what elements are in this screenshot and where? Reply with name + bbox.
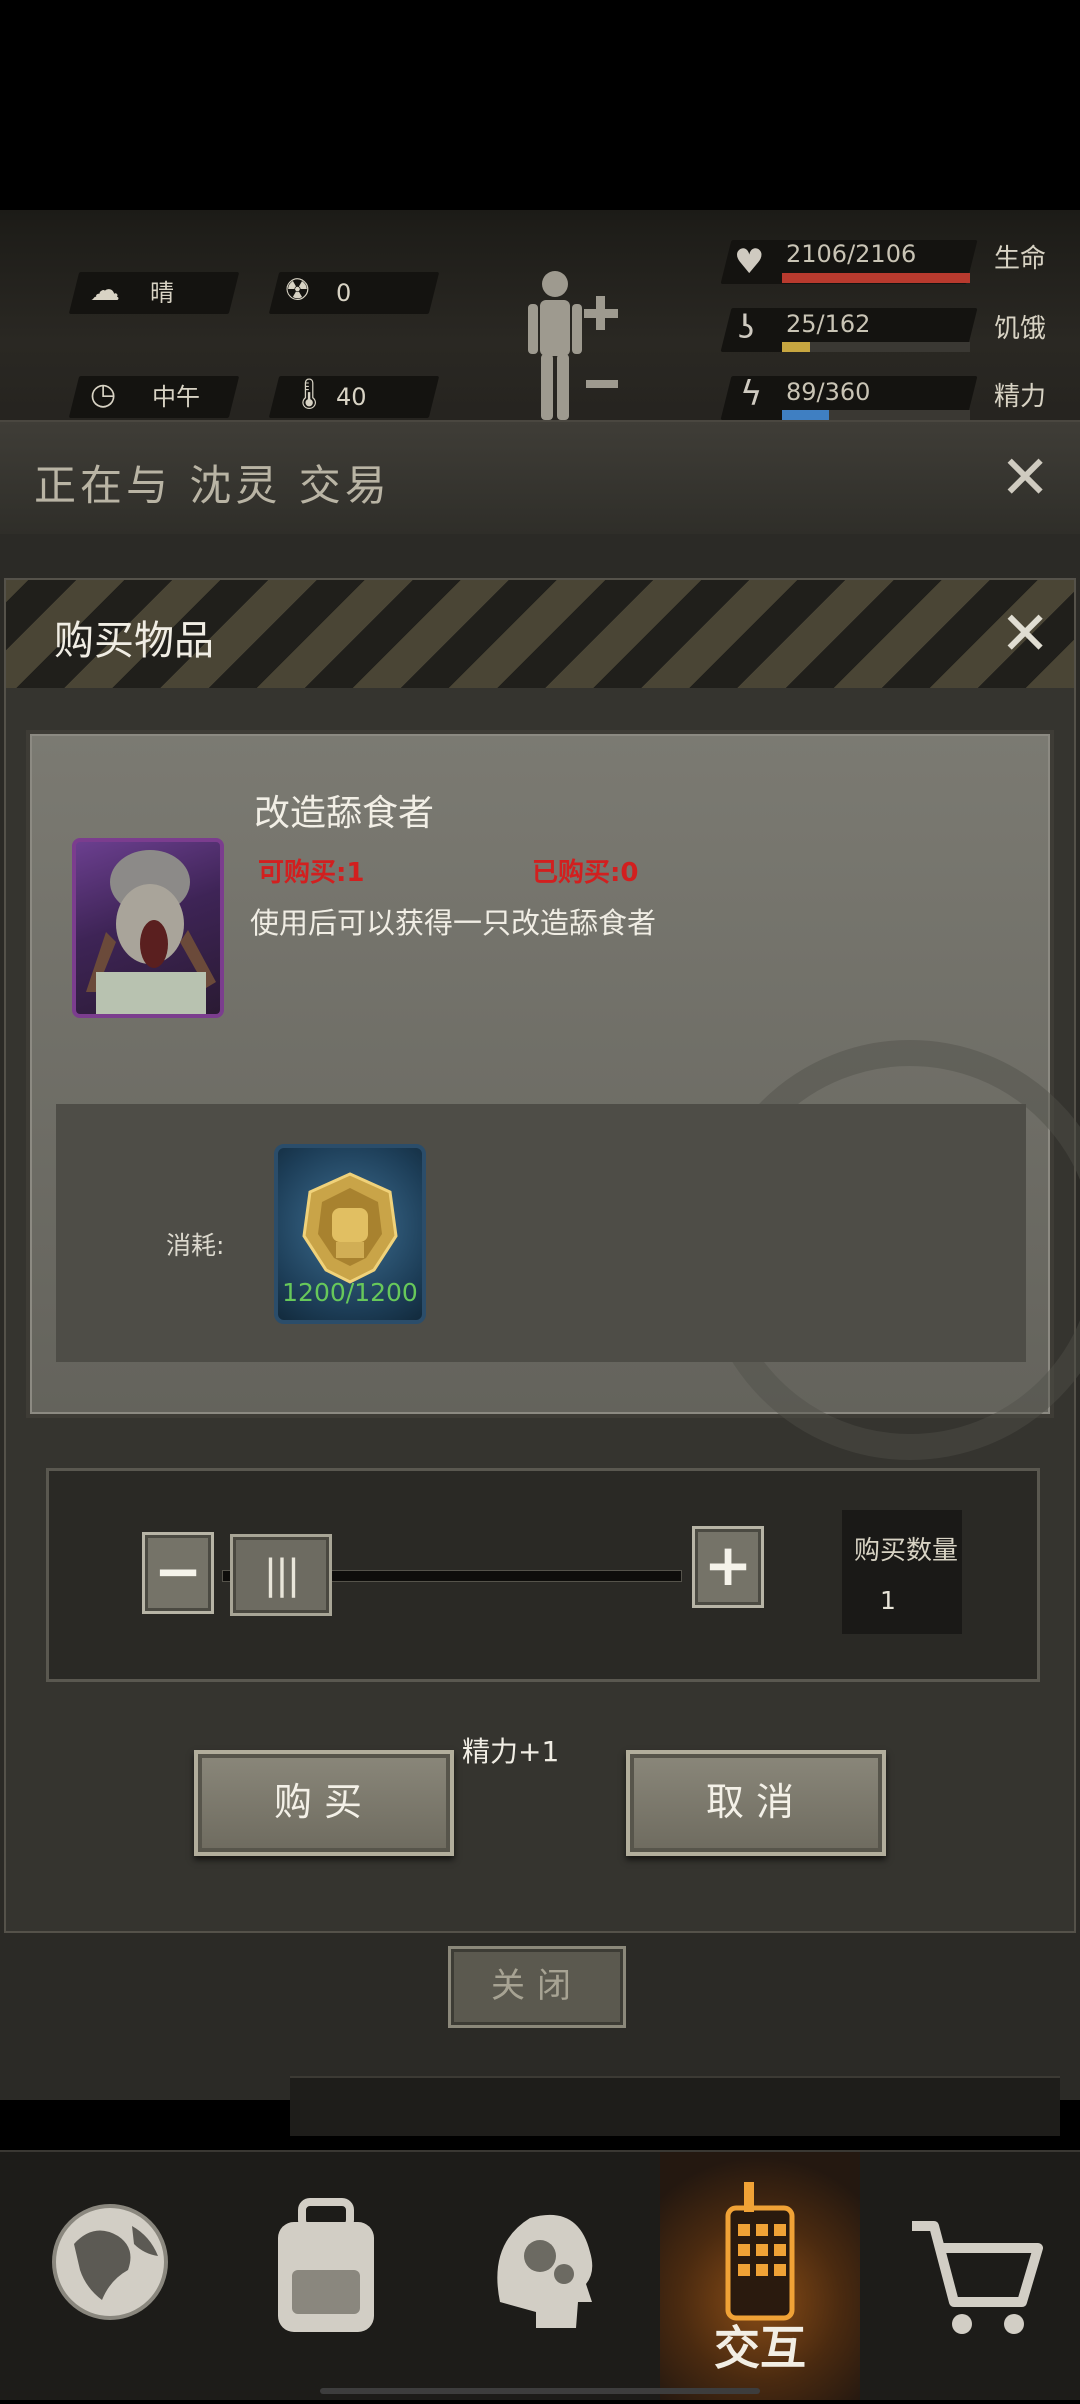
quantity-box [842,1510,962,1634]
decrease-button[interactable]: − [142,1532,214,1614]
quantity-label: 购买数量 [853,1536,958,1566]
dialog-close-icon[interactable]: ✕ [1000,604,1050,664]
cart-icon [912,2221,1043,2334]
sub-tab-strip [290,2076,1060,2136]
cost-amount: 1200/1200 [282,1278,418,1307]
slider-thumb[interactable]: ||| [230,1534,332,1616]
clock-icon: ◷ [90,377,117,412]
bought-count: 已购买:0 [532,858,639,888]
buy-button[interactable]: 购买 [194,1750,454,1856]
home-indicator [320,2388,760,2394]
minus-icon: − [153,1537,203,1605]
can-buy-count: 可购买:1 [258,858,365,888]
energy-track [782,410,970,420]
cloud-sun-icon: ☁ [90,273,120,308]
item-name: 改造舔食者 [254,793,435,834]
stomach-icon: ʖ [738,308,755,346]
brain-head-icon [497,2214,593,2328]
nav-skills[interactable] [440,2152,640,2400]
trade-title: 正在与 沈灵 交易 [34,461,391,510]
energy-gain-note: 精力+1 [462,1735,560,1768]
hunger-bar-fill [782,342,811,352]
hunger-value: 25/162 [786,310,871,338]
grip-icon: ||| [263,1552,300,1598]
nav-interact-label: 交互 [714,2321,806,2375]
nav-inventory[interactable] [226,2152,426,2400]
increase-button[interactable]: + [692,1526,764,1608]
nav-map[interactable] [10,2152,210,2400]
health-value: 2106/2106 [786,240,917,268]
radiation-icon: ☢ [284,273,311,308]
health-track [782,273,970,283]
radiation-value: 0 [336,279,352,307]
plus-icon: + [703,1531,753,1599]
time-text: 中午 [152,383,200,411]
globe-icon [52,2204,168,2320]
trade-close-icon[interactable]: ✕ [1000,448,1050,508]
nav-shop[interactable] [872,2152,1072,2400]
minus-icon [586,380,618,388]
energy-label: 精力 [994,382,1047,412]
lightning-icon: ϟ [740,374,763,414]
hunger-track [782,342,970,352]
close-trade-button[interactable]: 关闭 [448,1946,626,2028]
temperature-value: 40 [336,383,367,411]
energy-bar-fill [782,410,829,420]
weather-text: 晴 [150,279,174,307]
item-description: 使用后可以获得一只改造舔食者 [250,906,657,940]
dialog-title: 购买物品 [54,618,214,664]
quantity-value: 1 [880,1586,896,1615]
energy-value: 89/360 [786,378,871,406]
body-status-button[interactable] [520,268,630,428]
heart-pulse-icon: ♥ [734,242,765,282]
health-bar-fill [782,273,970,283]
backpack-icon [278,2198,374,2332]
cancel-button[interactable]: 取消 [626,1750,886,1856]
hunger-label: 饥饿 [994,314,1047,344]
health-label: 生命 [994,244,1047,274]
thermometer-icon: 🌡 [290,377,329,412]
item-portrait [72,838,224,1018]
plus-icon [584,296,618,330]
cost-label: 消耗: [166,1231,225,1260]
